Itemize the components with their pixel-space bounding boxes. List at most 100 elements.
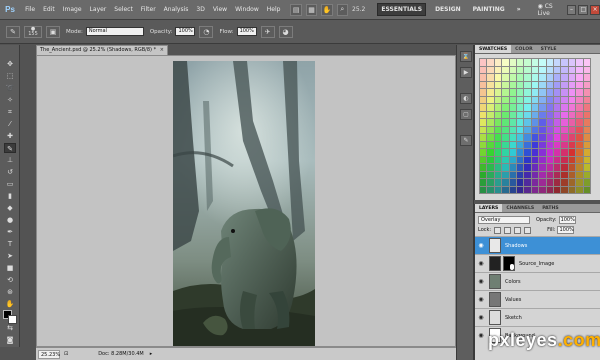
swatch-cell[interactable]: [546, 66, 553, 73]
swatch-cell[interactable]: [480, 149, 487, 156]
pressure-opacity-icon[interactable]: ◔: [199, 25, 214, 38]
swatch-cell[interactable]: [561, 171, 568, 178]
swatch-cell[interactable]: [487, 89, 494, 96]
swatch-cell[interactable]: [568, 81, 576, 88]
swatch-cell[interactable]: [480, 74, 487, 81]
document-size-readout[interactable]: Doc: 8.28M/30.4M: [98, 351, 144, 357]
swatch-cell[interactable]: [539, 74, 546, 81]
blend-mode-select[interactable]: Overlay: [478, 216, 530, 224]
swatch-cell[interactable]: [502, 66, 509, 73]
swatch-cell[interactable]: [539, 141, 546, 148]
status-menu-arrow-icon[interactable]: ▸: [150, 351, 153, 357]
tab-paths[interactable]: PATHS: [538, 204, 562, 212]
swatch-cell[interactable]: [576, 59, 583, 66]
swatch-cell[interactable]: [524, 119, 531, 126]
swatch-cell[interactable]: [546, 119, 553, 126]
swatch-cell[interactable]: [494, 149, 502, 156]
swatch-cell[interactable]: [494, 156, 502, 163]
swatch-cell[interactable]: [554, 186, 561, 193]
swatch-cell[interactable]: [561, 111, 568, 118]
swatch-cell[interactable]: [509, 149, 516, 156]
gradient-tool-icon[interactable]: ▮: [4, 191, 16, 201]
swatch-cell[interactable]: [509, 74, 516, 81]
swatch-cell[interactable]: [480, 89, 487, 96]
eraser-tool-icon[interactable]: ▭: [4, 179, 16, 189]
swatch-cell[interactable]: [568, 89, 576, 96]
clone-stamp-tool-icon[interactable]: ⊥: [4, 155, 16, 165]
swatch-cell[interactable]: [554, 126, 561, 133]
swatch-cell[interactable]: [568, 104, 576, 111]
blur-tool-icon[interactable]: ◆: [4, 203, 16, 213]
workspace-design-button[interactable]: DESIGN: [432, 4, 464, 15]
swatch-cell[interactable]: [561, 59, 568, 66]
swatch-cell[interactable]: [554, 89, 561, 96]
swatch-cell[interactable]: [583, 104, 590, 111]
swatch-cell[interactable]: [561, 134, 568, 141]
swatch-cell[interactable]: [524, 81, 531, 88]
swatch-cell[interactable]: [546, 164, 553, 171]
swatch-cell[interactable]: [561, 179, 568, 186]
swatch-cell[interactable]: [509, 141, 516, 148]
swatch-cell[interactable]: [539, 59, 546, 66]
swatch-cell[interactable]: [576, 104, 583, 111]
swatch-cell[interactable]: [502, 171, 509, 178]
lock-position-icon[interactable]: [514, 226, 522, 234]
swatch-cell[interactable]: [494, 171, 502, 178]
swatch-cell[interactable]: [561, 156, 568, 163]
swatch-cell[interactable]: [509, 134, 516, 141]
swatch-cell[interactable]: [509, 104, 516, 111]
swatch-cell[interactable]: [554, 104, 561, 111]
swatch-cell[interactable]: [487, 141, 494, 148]
swatch-cell[interactable]: [561, 126, 568, 133]
swatch-cell[interactable]: [554, 66, 561, 73]
swatch-cell[interactable]: [531, 119, 539, 126]
swatch-cell[interactable]: [531, 104, 539, 111]
healing-brush-tool-icon[interactable]: ✚: [4, 131, 16, 141]
swatch-cell[interactable]: [517, 66, 524, 73]
swatch-cell[interactable]: [554, 171, 561, 178]
tab-style[interactable]: STYLE: [537, 45, 561, 53]
swatch-cell[interactable]: [487, 149, 494, 156]
swatch-cell[interactable]: [487, 74, 494, 81]
swatch-cell[interactable]: [539, 66, 546, 73]
document-tab[interactable]: The_Ancient.psd @ 25.2% (Shadows, RGB/8)…: [36, 45, 168, 55]
menu-image[interactable]: Image: [63, 6, 82, 13]
swatch-cell[interactable]: [539, 171, 546, 178]
artwork-canvas[interactable]: [173, 61, 315, 347]
swatch-cell[interactable]: [576, 119, 583, 126]
swatch-cell[interactable]: [568, 74, 576, 81]
swatch-cell[interactable]: [583, 149, 590, 156]
swatch-cell[interactable]: [524, 66, 531, 73]
swatch-cell[interactable]: [494, 186, 502, 193]
brush-panel-icon[interactable]: ✎: [460, 135, 472, 146]
swatch-cell[interactable]: [568, 111, 576, 118]
swatch-cell[interactable]: [524, 179, 531, 186]
swatch-cell[interactable]: [502, 141, 509, 148]
swatch-cell[interactable]: [487, 81, 494, 88]
swatch-cell[interactable]: [576, 164, 583, 171]
swatch-cell[interactable]: [531, 186, 539, 193]
swatch-cell[interactable]: [487, 164, 494, 171]
workspace-essentials-button[interactable]: ESSENTIALS: [377, 3, 427, 16]
swatch-cell[interactable]: [561, 119, 568, 126]
cs-live-button[interactable]: ◉ CS Live: [538, 3, 561, 17]
swatch-cell[interactable]: [539, 119, 546, 126]
swatch-cell[interactable]: [494, 119, 502, 126]
swatch-cell[interactable]: [517, 141, 524, 148]
swatch-cell[interactable]: [517, 156, 524, 163]
swatch-cell[interactable]: [583, 111, 590, 118]
eyedropper-tool-icon[interactable]: ⁄: [4, 119, 16, 129]
swatch-cell[interactable]: [509, 111, 516, 118]
swatch-cell[interactable]: [554, 81, 561, 88]
swatch-cell[interactable]: [539, 111, 546, 118]
swatch-cell[interactable]: [531, 156, 539, 163]
swatch-cell[interactable]: [546, 74, 553, 81]
swatch-cell[interactable]: [480, 126, 487, 133]
swatch-cell[interactable]: [561, 89, 568, 96]
swatch-cell[interactable]: [568, 171, 576, 178]
shape-tool-icon[interactable]: ■: [4, 263, 16, 273]
status-zoom-field[interactable]: 25.23%: [38, 349, 60, 359]
mini-bridge-icon[interactable]: ▦: [305, 3, 318, 16]
visibility-eye-icon[interactable]: ◉: [475, 296, 487, 303]
swatch-cell[interactable]: [568, 126, 576, 133]
